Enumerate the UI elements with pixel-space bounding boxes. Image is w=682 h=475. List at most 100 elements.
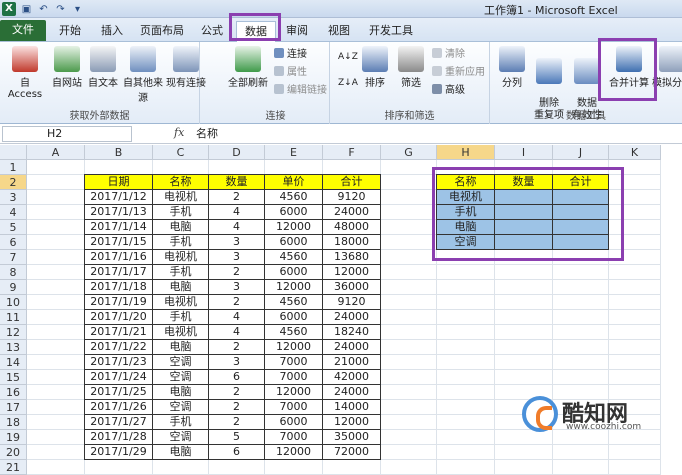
cell[interactable]	[609, 175, 661, 190]
customize-icon[interactable]: ▾	[71, 3, 84, 16]
cell[interactable]	[553, 460, 609, 475]
table-cell[interactable]: 9120	[322, 189, 381, 205]
cell[interactable]	[27, 370, 85, 385]
cell[interactable]	[27, 235, 85, 250]
table-cell[interactable]: 7000	[264, 429, 323, 445]
row-header[interactable]: 6	[0, 235, 27, 250]
sort-ascending-icon[interactable]: A↓Z	[338, 50, 358, 64]
cell[interactable]	[209, 160, 265, 175]
cell[interactable]	[609, 460, 661, 475]
clear-filter-button[interactable]: 清除	[432, 48, 465, 62]
cell[interactable]	[609, 340, 661, 355]
cell[interactable]	[609, 265, 661, 280]
table-cell[interactable]: 12000	[264, 339, 323, 355]
summary-cell[interactable]	[494, 204, 553, 220]
table-cell[interactable]: 2017/1/27	[84, 414, 153, 430]
cell[interactable]	[553, 295, 609, 310]
row-header[interactable]: 19	[0, 430, 27, 445]
table-cell[interactable]: 手机	[152, 234, 209, 250]
cell[interactable]	[381, 295, 437, 310]
sort-descending-icon[interactable]: Z↓A	[338, 76, 358, 90]
cell[interactable]	[381, 370, 437, 385]
table-cell[interactable]: 4	[208, 204, 265, 220]
row-header[interactable]: 5	[0, 220, 27, 235]
cell[interactable]	[553, 160, 609, 175]
cell[interactable]	[609, 295, 661, 310]
column-header[interactable]: F	[323, 145, 381, 160]
table-cell[interactable]: 7000	[264, 399, 323, 415]
cell[interactable]	[209, 460, 265, 475]
cell[interactable]	[553, 310, 609, 325]
connections-button[interactable]: 连接	[274, 48, 307, 62]
cell[interactable]	[27, 190, 85, 205]
table-cell[interactable]: 2017/1/16	[84, 249, 153, 265]
cell[interactable]	[495, 325, 553, 340]
tab-data[interactable]: 数据	[236, 21, 276, 42]
table-cell[interactable]: 2	[208, 264, 265, 280]
summary-cell[interactable]	[552, 189, 609, 205]
cell[interactable]	[27, 325, 85, 340]
cell[interactable]	[27, 385, 85, 400]
from-web-button[interactable]: 自网站	[48, 46, 86, 89]
cell[interactable]	[381, 445, 437, 460]
cell[interactable]	[27, 430, 85, 445]
table-cell[interactable]: 72000	[322, 444, 381, 460]
table-cell[interactable]: 2017/1/15	[84, 234, 153, 250]
cell[interactable]	[27, 250, 85, 265]
cell[interactable]	[495, 445, 553, 460]
table-cell[interactable]: 42000	[322, 369, 381, 385]
column-header[interactable]: G	[381, 145, 437, 160]
table-cell[interactable]: 7000	[264, 369, 323, 385]
edit-links-button[interactable]: 编辑链接	[274, 84, 327, 98]
table-cell[interactable]: 手机	[152, 309, 209, 325]
summary-cell[interactable]	[552, 219, 609, 235]
cell[interactable]	[27, 265, 85, 280]
reapply-button[interactable]: 重新应用	[432, 66, 485, 80]
table-cell[interactable]: 3	[208, 279, 265, 295]
cell[interactable]	[27, 310, 85, 325]
row-header[interactable]: 17	[0, 400, 27, 415]
cell[interactable]	[495, 265, 553, 280]
table-cell[interactable]: 4560	[264, 294, 323, 310]
cell[interactable]	[381, 190, 437, 205]
column-header[interactable]: H	[437, 145, 495, 160]
table-cell[interactable]: 24000	[322, 309, 381, 325]
cell[interactable]	[495, 370, 553, 385]
filter-button[interactable]: 筛选	[394, 46, 428, 89]
table-cell[interactable]: 4560	[264, 189, 323, 205]
cell[interactable]	[153, 460, 209, 475]
cell[interactable]	[381, 250, 437, 265]
cell[interactable]	[495, 355, 553, 370]
table-cell[interactable]: 2017/1/12	[84, 189, 153, 205]
name-box[interactable]: H2	[2, 126, 132, 142]
table-cell[interactable]: 3	[208, 354, 265, 370]
table-cell[interactable]: 空调	[152, 429, 209, 445]
row-header[interactable]: 10	[0, 295, 27, 310]
cell[interactable]	[609, 235, 661, 250]
properties-button[interactable]: 属性	[274, 66, 307, 80]
advanced-filter-button[interactable]: 高级	[432, 84, 465, 98]
table-cell[interactable]: 电视机	[152, 249, 209, 265]
cell[interactable]	[437, 370, 495, 385]
cell[interactable]	[27, 280, 85, 295]
table-cell[interactable]: 电脑	[152, 339, 209, 355]
cell[interactable]	[609, 355, 661, 370]
table-cell[interactable]: 12000	[264, 444, 323, 460]
cell[interactable]	[437, 310, 495, 325]
cell[interactable]	[609, 205, 661, 220]
sort-button[interactable]: 排序	[358, 46, 392, 89]
cell[interactable]	[553, 340, 609, 355]
cell[interactable]	[381, 415, 437, 430]
row-header[interactable]: 20	[0, 445, 27, 460]
table-cell[interactable]: 2	[208, 384, 265, 400]
cell[interactable]	[553, 280, 609, 295]
cell[interactable]	[265, 460, 323, 475]
summary-cell[interactable]: 电脑	[436, 219, 495, 235]
table-cell[interactable]: 9120	[322, 294, 381, 310]
cell[interactable]	[27, 220, 85, 235]
table-cell[interactable]: 36000	[322, 279, 381, 295]
redo-icon[interactable]: ↷	[54, 3, 67, 16]
summary-cell[interactable]	[552, 204, 609, 220]
table-cell[interactable]: 2017/1/24	[84, 369, 153, 385]
row-header[interactable]: 16	[0, 385, 27, 400]
